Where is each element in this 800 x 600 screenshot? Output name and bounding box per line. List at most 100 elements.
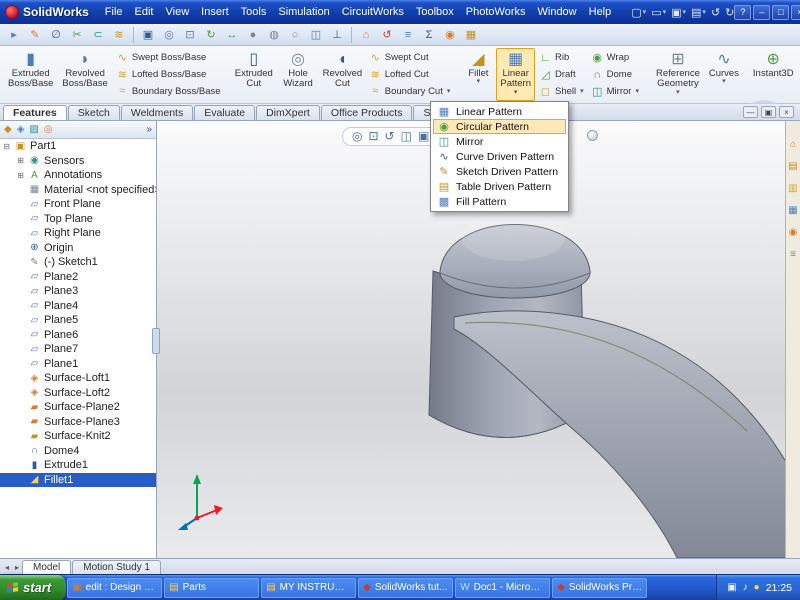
close-button[interactable]: × [791,5,800,20]
tree-item-plane6[interactable]: ▱ Plane6 [0,328,156,343]
tree-item-fillet1[interactable]: ◢ Fillet1 [0,473,156,488]
tree-item-origin[interactable]: ⊕ Origin [0,241,156,256]
lofted-cut-button[interactable]: ≋ Lofted Cut [366,67,454,83]
menu-item-fill-pattern[interactable]: ▩ Fill Pattern [433,194,566,209]
swept-boss-button[interactable]: ∿ Swept Boss/Base [113,50,224,66]
wrap-button[interactable]: ◉ Wrap [588,50,642,66]
extruded-cut-button[interactable]: ▯ Extruded Cut [232,48,276,101]
menu-toolbox[interactable]: Toolbox [410,0,460,24]
help-button[interactable]: ? [734,5,751,20]
boundary-cut-button[interactable]: ≈ Boundary Cut ▾ [366,83,454,99]
normal-to-icon[interactable]: ⊥ [328,26,346,44]
mirror-button[interactable]: ◫ Mirror ▾ [588,83,642,99]
tab-scroll-left-icon[interactable]: ◂ [2,563,12,574]
minimize-button[interactable]: – [753,5,770,20]
tree-item-dome4[interactable]: ∩ Dome4 [0,444,156,459]
menu-photoworks[interactable]: PhotoWorks [460,0,532,24]
revolved-cut-button[interactable]: ◖ Revolved Cut [320,48,365,101]
solidworks-resources-icon[interactable]: ⌂ [790,139,796,151]
section-view-icon[interactable]: ◫ [401,127,412,146]
section-view-icon[interactable]: ◫ [307,26,325,44]
alert-tray-icon[interactable]: ● [754,582,760,593]
menu-tools[interactable]: Tools [235,0,273,24]
taskbar-button-parts[interactable]: ▤ Parts [164,578,259,598]
menu-view[interactable]: View [160,0,196,24]
menu-item-mirror[interactable]: ◫ Mirror [433,134,566,149]
custom-properties-icon[interactable]: ≡ [790,249,796,261]
hidden-lines-icon[interactable]: ◍ [265,26,283,44]
tab-evaluate[interactable]: Evaluate [194,105,255,120]
tree-item-surface-plane3[interactable]: ▰ Surface-Plane3 [0,415,156,430]
expander-icon[interactable]: ⊞ [16,156,25,165]
hud-more-icon[interactable] [587,130,598,141]
file-explorer-icon[interactable]: ▥ [788,183,797,195]
convert-entities-icon[interactable]: ⊂ [89,26,107,44]
undo-icon[interactable]: ↺ [711,6,720,19]
rebuild-model-icon[interactable]: ↺ [378,26,396,44]
tree-item-plane4[interactable]: ▱ Plane4 [0,299,156,314]
volume-tray-icon[interactable]: ♪ [743,582,748,593]
flyout-arrow-icon[interactable]: ▾ [722,79,726,86]
menu-item-linear-pattern[interactable]: ▦ Linear Pattern [433,104,566,119]
tree-item-surface-loft2[interactable]: ◈ Surface-Loft2 [0,386,156,401]
tab-motion-study-1[interactable]: Motion Study 1 [72,560,161,574]
lofted-boss-button[interactable]: ≋ Lofted Boss/Base [113,67,224,83]
boundary-boss-button[interactable]: ≈ Boundary Boss/Base [113,83,224,99]
tab-office-products[interactable]: Office Products [321,105,413,120]
extruded-boss-button[interactable]: ▮ Extruded Boss/Base [4,48,57,101]
measure-icon[interactable]: ≡ [399,26,417,44]
tab-sketch[interactable]: Sketch [68,105,120,120]
tree-item-top-plane[interactable]: ▱ Top Plane [0,212,156,227]
draft-button[interactable]: ◿ Draft [536,67,587,83]
doc-close-button[interactable]: × [779,106,794,118]
open-icon[interactable]: ▭▾ [651,6,666,19]
panel-chevron-icon[interactable]: » [146,124,152,135]
tree-item-material[interactable]: ▦ Material <not specified> [0,183,156,198]
tree-item-sketch1[interactable]: ✎ (-) Sketch1 [0,255,156,270]
menu-item-table-driven-pattern[interactable]: ▤ Table Driven Pattern [433,179,566,194]
edit-appearance-icon[interactable]: ◉ [441,26,459,44]
menu-item-sketch-driven-pattern[interactable]: ✎ Sketch Driven Pattern [433,164,566,179]
select-icon[interactable]: ▸ [5,26,23,44]
menu-help[interactable]: Help [583,0,618,24]
network-tray-icon[interactable]: ▣ [727,582,736,593]
property-manager-tab-icon[interactable]: ◈ [17,124,25,135]
sketch-icon[interactable]: ✎ [26,26,44,44]
mass-properties-icon[interactable]: Σ [420,26,438,44]
menu-window[interactable]: Window [532,0,583,24]
tree-item-surface-loft1[interactable]: ◈ Surface-Loft1 [0,371,156,386]
taskbar-button-my-instruct[interactable]: ▤ MY INSTRUCT... [261,578,356,598]
swept-cut-button[interactable]: ∿ Swept Cut [366,50,454,66]
wireframe-icon[interactable]: ○ [286,26,304,44]
fillet-button[interactable]: ◢ Fillet ▾ [461,48,495,101]
maximize-button[interactable]: □ [772,5,789,20]
tree-item-surface-plane2[interactable]: ▰ Surface-Plane2 [0,400,156,415]
smart-dimension-icon[interactable]: ∅ [47,26,65,44]
reference-geometry-button[interactable]: ⊞ Reference Geometry ▾ [650,48,706,101]
appearances-scenes-icon[interactable]: ◉ [789,227,798,239]
tree-item-surface-knit2[interactable]: ▰ Surface-Knit2 [0,429,156,444]
orientation-triad[interactable] [173,472,225,530]
trim-entities-icon[interactable]: ✂ [68,26,86,44]
hole-wizard-button[interactable]: ◎ Hole Wizard [277,48,319,101]
menu-file[interactable]: File [99,0,129,24]
tree-item-extrude1[interactable]: ▮ Extrude1 [0,458,156,473]
offset-entities-icon[interactable]: ≋ [110,26,128,44]
tree-item-front-plane[interactable]: ▱ Front Plane [0,197,156,212]
edit-material-icon[interactable]: ▦ [462,26,480,44]
previous-view-icon[interactable]: ↺ [385,127,395,146]
start-button[interactable]: start [0,575,66,600]
view-palette-icon[interactable]: ▦ [788,205,797,217]
tab-model[interactable]: Model [22,560,71,574]
tab-weldments[interactable]: Weldments [121,105,193,120]
new-document-icon[interactable]: ▢▾ [631,6,646,19]
flyout-arrow-icon[interactable]: ▾ [676,90,680,97]
dimxpert-manager-tab-icon[interactable]: ◎ [44,124,53,135]
feature-manager-tab-icon[interactable]: ◆ [4,124,12,135]
taskbar-button-doc1-word[interactable]: W Doc1 - Microso... [455,578,550,598]
panel-splitter-handle[interactable] [152,328,160,354]
shell-button[interactable]: ◻ Shell ▾ [536,83,587,99]
tree-item-plane3[interactable]: ▱ Plane3 [0,284,156,299]
menu-insert[interactable]: Insert [195,0,235,24]
tab-features[interactable]: Features [3,105,67,120]
